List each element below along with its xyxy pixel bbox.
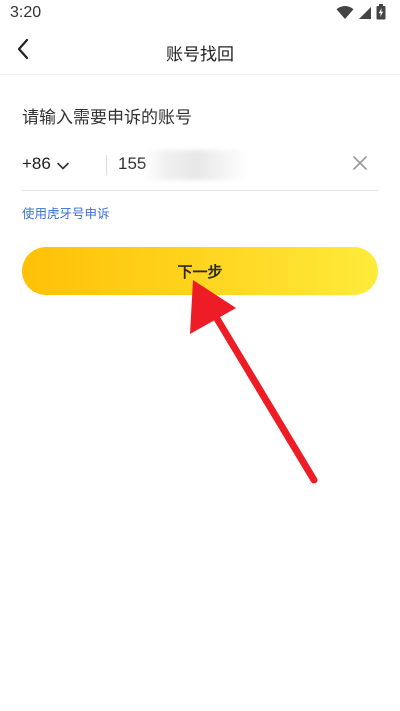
title-bar: 账号找回: [0, 28, 400, 75]
close-icon: [352, 155, 368, 175]
phone-input-row: +86 155: [22, 140, 378, 191]
input-divider: [106, 155, 107, 175]
battery-charging-icon: [376, 4, 386, 24]
status-bar: 3:20: [0, 0, 400, 28]
chevron-down-icon: [57, 155, 69, 174]
cellular-signal-icon: [358, 5, 372, 24]
country-code-label: +86: [22, 154, 51, 173]
status-icons: [336, 4, 386, 24]
country-code-selector[interactable]: +86: [22, 154, 69, 174]
huya-id-appeal-link[interactable]: 使用虎牙号申诉: [22, 203, 110, 222]
page-title: 账号找回: [166, 45, 234, 65]
status-time: 3:20: [10, 4, 42, 21]
redacted-digits: [144, 150, 248, 180]
next-button[interactable]: 下一步: [22, 247, 378, 295]
account-recovery-screen: 3:20 账号找回 请输入需要申诉的账号 +86 155 使用虎牙号申诉 下一步: [0, 0, 400, 711]
clear-input-button[interactable]: [348, 153, 372, 177]
phone-number-field[interactable]: 155: [118, 154, 146, 174]
wifi-icon: [336, 5, 354, 24]
account-prompt: 请输入需要申诉的账号: [22, 108, 192, 128]
next-button-label: 下一步: [177, 262, 223, 281]
